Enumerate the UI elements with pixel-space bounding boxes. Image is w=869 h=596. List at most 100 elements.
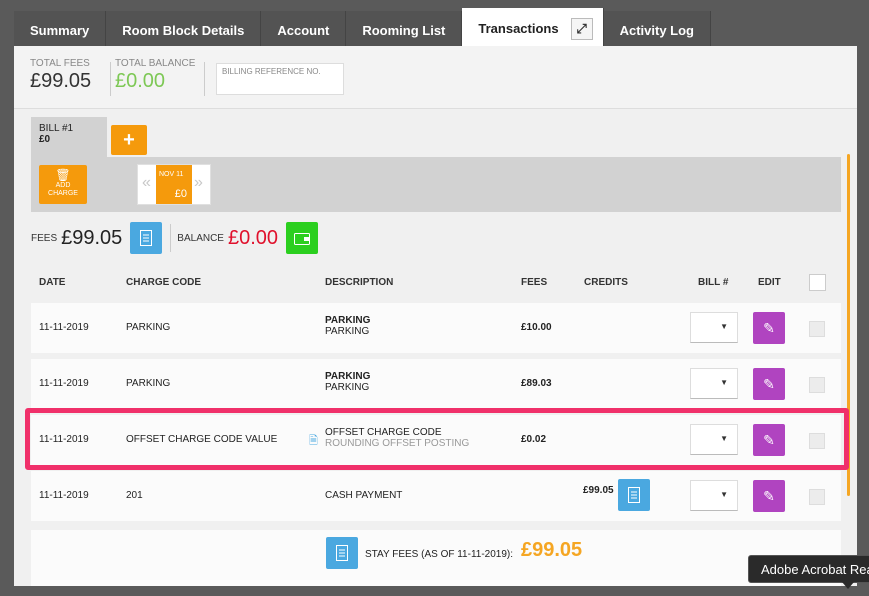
transactions-panel: TOTAL FEES £99.05 TOTAL BALANCE £0.00 BI… xyxy=(14,46,857,586)
fees-balance-row: FEES £99.05 BALANCE £0.00 xyxy=(31,222,319,254)
tab-transactions-label: Transactions xyxy=(478,21,559,36)
row-desc-sub: PARKING xyxy=(325,326,370,337)
invoice-icon xyxy=(140,230,153,246)
table-row: 11-11-2019 PARKING PARKING PARKING £10.0… xyxy=(31,303,841,353)
row-description: PARKING PARKING xyxy=(325,371,370,393)
pencil-icon: ✎ xyxy=(763,487,775,504)
tooltip-arrow xyxy=(842,582,854,589)
balance-label: BALANCE xyxy=(177,232,224,244)
billing-reference-placeholder: BILLING REFERENCE NO. xyxy=(222,67,321,76)
tab-bar: Summary Room Block Details Account Roomi… xyxy=(14,8,711,49)
total-fees-value: £99.05 xyxy=(30,70,92,92)
invoice-button[interactable] xyxy=(130,222,163,254)
edit-button[interactable]: ✎ xyxy=(753,312,785,344)
row-description: PARKING PARKING xyxy=(325,315,370,337)
stay-fees-label: STAY FEES (AS OF 11-11-2019): xyxy=(365,549,514,560)
caret-down-icon: ▼ xyxy=(720,322,728,331)
row-fee: £89.03 xyxy=(521,378,552,389)
header-description: DESCRIPTION xyxy=(325,277,394,288)
next-date-icon[interactable]: » xyxy=(194,174,203,192)
edit-button[interactable]: ✎ xyxy=(753,480,785,512)
bill-bar: 🗑 ADD CHARGE « NOV 11 £0 » xyxy=(31,157,841,212)
row-fee: £10.00 xyxy=(521,322,552,333)
row-desc-main: PARKING xyxy=(325,371,371,382)
header-edit: EDIT xyxy=(758,277,781,288)
row-desc-sub: PARKING xyxy=(325,382,370,393)
divider xyxy=(204,62,205,96)
row-description: CASH PAYMENT xyxy=(325,490,402,501)
header-charge-code: CHARGE CODE xyxy=(126,277,202,288)
bill-tab-amount: £0 xyxy=(39,134,51,145)
highlight-box xyxy=(25,408,849,470)
row-charge-code: 201 xyxy=(126,490,143,501)
bill-select[interactable]: ▼ xyxy=(690,480,738,511)
row-charge-code: PARKING xyxy=(126,322,171,333)
edit-button[interactable]: ✎ xyxy=(753,368,785,400)
tooltip: Adobe Acrobat Reader xyxy=(748,555,869,583)
receipt-button[interactable] xyxy=(618,479,650,511)
trash-can-icon: 🗑 xyxy=(55,168,71,182)
day-label: NOV 11 xyxy=(159,171,184,178)
row-charge-code: PARKING xyxy=(126,378,171,389)
prev-date-icon[interactable]: « xyxy=(142,174,151,192)
payment-button[interactable] xyxy=(286,222,319,254)
pencil-icon: ✎ xyxy=(763,319,775,336)
bill-tab-1[interactable]: BILL #1 £0 xyxy=(31,117,107,159)
tab-transactions[interactable]: Transactions ⤢ xyxy=(462,8,604,49)
tab-rooming-list[interactable]: Rooming List xyxy=(346,11,463,49)
total-balance: TOTAL BALANCE £0.00 xyxy=(115,58,195,93)
row-date: 11-11-2019 xyxy=(39,378,89,389)
table-header: DATE CHARGE CODE DESCRIPTION FEES CREDIT… xyxy=(31,262,841,304)
add-bill-button[interactable]: + xyxy=(111,125,147,155)
bill-tab-label: BILL #1 xyxy=(39,123,74,134)
summary-bar: TOTAL FEES £99.05 TOTAL BALANCE £0.00 BI… xyxy=(14,46,857,109)
day-amount: £0 xyxy=(174,188,187,200)
invoice-icon xyxy=(336,545,348,561)
total-fees-label: TOTAL FEES xyxy=(30,58,90,69)
header-credits: CREDITS xyxy=(584,277,628,288)
row-date: 11-11-2019 xyxy=(39,490,89,501)
table-row: 11-11-2019 201 CASH PAYMENT £99.05 ▼ ✎ xyxy=(31,471,841,521)
total-balance-value: £0.00 xyxy=(115,70,166,92)
row-checkbox[interactable] xyxy=(809,489,825,505)
stay-fees-row: STAY FEES (AS OF 11-11-2019): £99.05 xyxy=(31,530,841,586)
header-bill: BILL # xyxy=(698,277,729,288)
select-all-checkbox[interactable] xyxy=(809,274,826,291)
pencil-icon: ✎ xyxy=(763,375,775,392)
tab-activity-log[interactable]: Activity Log xyxy=(603,11,711,49)
bill-select[interactable]: ▼ xyxy=(690,312,738,343)
row-credit: £99.05 xyxy=(583,485,614,496)
header-fees: FEES xyxy=(521,277,548,288)
row-checkbox[interactable] xyxy=(809,321,825,337)
tab-account[interactable]: Account xyxy=(261,11,347,49)
row-desc-main: CASH PAYMENT xyxy=(325,490,403,501)
stay-fees-value: £99.05 xyxy=(521,539,583,561)
stay-invoice-button[interactable] xyxy=(326,537,358,569)
caret-down-icon: ▼ xyxy=(720,378,728,387)
billing-reference-field[interactable]: BILLING REFERENCE NO. xyxy=(216,63,344,95)
tab-room-block-details[interactable]: Room Block Details xyxy=(106,11,262,49)
day-box[interactable]: NOV 11 £0 xyxy=(156,165,192,204)
bill-select[interactable]: ▼ xyxy=(690,368,738,399)
receipt-icon xyxy=(628,487,640,503)
expand-icon[interactable]: ⤢ xyxy=(570,17,593,40)
row-checkbox[interactable] xyxy=(809,377,825,393)
divider xyxy=(170,224,172,252)
tab-summary[interactable]: Summary xyxy=(14,11,107,49)
add-charge-label-1: ADD xyxy=(55,182,71,189)
row-desc-main: PARKING xyxy=(325,315,371,326)
header-date: DATE xyxy=(39,277,66,288)
add-charge-button[interactable]: 🗑 ADD CHARGE xyxy=(39,165,87,204)
total-fees: TOTAL FEES £99.05 xyxy=(30,58,91,93)
divider xyxy=(110,62,111,96)
row-date: 11-11-2019 xyxy=(39,322,89,333)
fees-value: £99.05 xyxy=(61,226,123,249)
table-row: 11-11-2019 PARKING PARKING PARKING £89.0… xyxy=(31,359,841,409)
add-charge-label-2: CHARGE xyxy=(48,190,78,197)
fees-label: FEES xyxy=(31,232,58,244)
caret-down-icon: ▼ xyxy=(720,490,728,499)
balance-value: £0.00 xyxy=(227,226,279,249)
total-balance-label: TOTAL BALANCE xyxy=(115,58,196,69)
date-navigator: « NOV 11 £0 » xyxy=(137,164,211,205)
plus-icon: + xyxy=(123,128,135,151)
